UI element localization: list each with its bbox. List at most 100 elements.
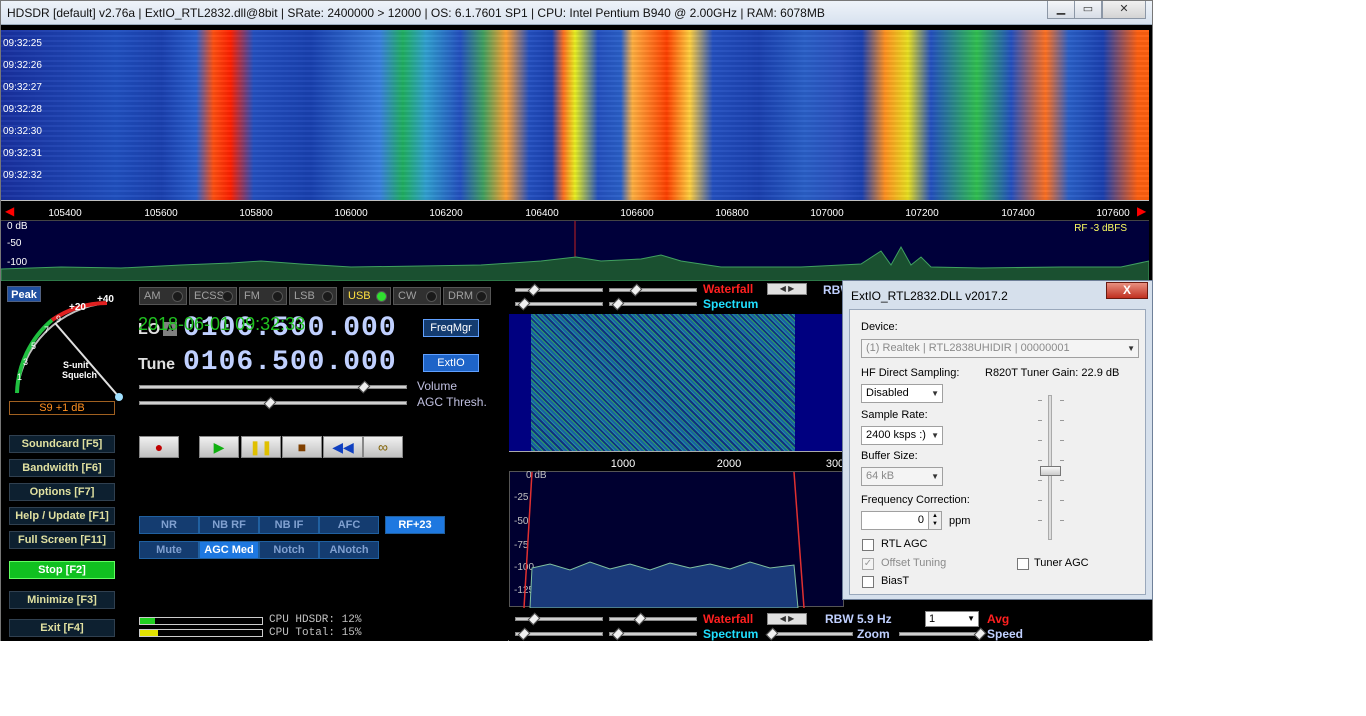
chevron-down-icon: ▼ xyxy=(931,389,939,398)
mode-cw-button[interactable]: CW xyxy=(393,287,441,305)
slider-tick xyxy=(1060,440,1064,441)
biast-checkbox[interactable] xyxy=(862,576,874,588)
slider-knob[interactable] xyxy=(611,297,625,311)
mode-ecss-button[interactable]: ECSS xyxy=(189,287,237,305)
nr-button[interactable]: NR xyxy=(139,516,199,534)
close-icon[interactable]: ✕ xyxy=(1102,1,1146,19)
loop-button[interactable]: ∞ xyxy=(363,436,403,458)
device-select[interactable]: (1) Realtek | RTL2838UHIDIR | 00000001 ▼ xyxy=(861,339,1139,358)
agc-threshold-knob[interactable] xyxy=(263,396,277,410)
freq-correction-stepper[interactable]: ▲ ▼ xyxy=(928,511,942,530)
af-waterfall-slider-2[interactable] xyxy=(609,283,697,297)
freqmgr-button[interactable]: FreqMgr xyxy=(423,319,479,337)
rf-gain-button[interactable]: RF+23 xyxy=(385,516,445,534)
tune-frequency[interactable]: 0106.500.000 xyxy=(183,347,397,378)
volume-slider-knob[interactable] xyxy=(357,380,371,394)
biast-label: BiasT xyxy=(881,575,910,587)
af-scroll-arrows[interactable]: ◀ ▶ xyxy=(767,283,807,295)
stop-icon: ■ xyxy=(297,439,307,455)
avg-select[interactable]: 1 ▼ xyxy=(925,611,979,627)
bandwidth-button[interactable]: Bandwidth [F6] xyxy=(9,459,115,477)
volume-slider[interactable] xyxy=(139,380,407,394)
offset-tuning-checkbox[interactable]: ✓ xyxy=(862,558,874,570)
agc-button[interactable]: AGC Med xyxy=(199,541,259,559)
exit-button[interactable]: Exit [F4] xyxy=(9,619,115,637)
s-meter-scale: +40 xyxy=(97,294,114,305)
dialog-close-button[interactable]: X xyxy=(1106,282,1148,299)
nb-rf-button[interactable]: NB RF xyxy=(199,516,259,534)
mode-am-button[interactable]: AM xyxy=(139,287,187,305)
buffer-size-select[interactable]: 64 kB ▼ xyxy=(861,467,943,486)
options-button[interactable]: Options [F7] xyxy=(9,483,115,501)
peak-button[interactable]: Peak xyxy=(7,286,41,302)
play-button[interactable]: ▶ xyxy=(199,436,239,458)
main-waterfall[interactable]: 09:32:25 09:32:26 09:32:27 09:32:28 09:3… xyxy=(1,30,1149,200)
mode-drm-button[interactable]: DRM xyxy=(443,287,491,305)
soundcard-button[interactable]: Soundcard [F5] xyxy=(9,435,115,453)
af-waterfall[interactable] xyxy=(509,314,844,451)
mode-lsb-button[interactable]: LSB xyxy=(289,287,337,305)
slider-knob[interactable] xyxy=(611,627,625,641)
slider-knob[interactable] xyxy=(517,627,531,641)
notch-button[interactable]: Notch xyxy=(259,541,319,559)
slider-knob[interactable] xyxy=(527,283,541,297)
zoom-slider[interactable] xyxy=(765,627,853,641)
slider-knob[interactable] xyxy=(973,627,987,641)
sample-rate-select[interactable]: 2400 ksps :) ▼ xyxy=(861,426,943,445)
af-spectrum[interactable]: 0 dB -25 -50 -75 -100 -125 xyxy=(509,470,844,608)
hf-direct-select[interactable]: Disabled ▼ xyxy=(861,384,943,403)
slider-knob[interactable] xyxy=(527,612,541,626)
minimize-icon[interactable]: ▁ xyxy=(1047,1,1075,19)
afc-button[interactable]: AFC xyxy=(319,516,379,534)
speed-slider[interactable] xyxy=(899,627,987,641)
agc-threshold-slider[interactable] xyxy=(139,396,407,410)
slider-tick xyxy=(1060,500,1064,501)
freq-tick: 106800 xyxy=(715,208,749,219)
rewind-icon: ◀◀ xyxy=(332,439,354,455)
mode-fm-button[interactable]: FM xyxy=(239,287,287,305)
waterfall-texture xyxy=(1,30,1149,200)
scroll-left-icon[interactable]: ◀ xyxy=(5,204,14,218)
mode-usb-button[interactable]: USB xyxy=(343,287,391,305)
freq-tick: 106000 xyxy=(334,208,368,219)
af-spectrum-slider-2[interactable] xyxy=(609,297,697,311)
slider-knob[interactable] xyxy=(517,297,531,311)
af-waterfall-slider-1[interactable] xyxy=(515,283,603,297)
maximize-icon[interactable]: ▭ xyxy=(1074,1,1102,19)
main-spectrum[interactable]: 0 dB -50 -100 RF -3 dBFS xyxy=(1,220,1149,281)
tuner-gain-knob[interactable] xyxy=(1040,466,1061,476)
tuner-agc-checkbox[interactable] xyxy=(1017,558,1029,570)
help-update-button[interactable]: Help / Update [F1] xyxy=(9,507,115,525)
squelch-title: Squelch xyxy=(62,370,98,380)
slider-knob[interactable] xyxy=(629,283,643,297)
waterfall-timestamp: 09:32:32 xyxy=(3,170,42,181)
full-screen-button[interactable]: Full Screen [F11] xyxy=(9,531,115,549)
rtl-agc-checkbox[interactable] xyxy=(862,539,874,551)
extio-button[interactable]: ExtIO xyxy=(423,354,479,372)
slider-knob[interactable] xyxy=(765,627,779,641)
af-waterfall-slider-3[interactable] xyxy=(515,612,603,626)
af-scroll-arrows[interactable]: ◀ ▶ xyxy=(767,613,807,625)
mute-button[interactable]: Mute xyxy=(139,541,199,559)
freq-tick: 107400 xyxy=(1001,208,1035,219)
af-waterfall-noise xyxy=(531,314,795,451)
af-spectrum-slider-3[interactable] xyxy=(515,627,603,641)
slider-knob[interactable] xyxy=(633,612,647,626)
freq-correction-input[interactable]: 0 xyxy=(861,511,929,530)
device-label: Device: xyxy=(861,321,898,333)
rewind-button[interactable]: ◀◀ xyxy=(323,436,363,458)
pause-button[interactable]: ❚❚ xyxy=(241,436,281,458)
record-button[interactable]: ● xyxy=(139,436,179,458)
frequency-axis[interactable]: ◀ 105400 105600 105800 106000 106200 106… xyxy=(1,200,1149,220)
anotch-button[interactable]: ANotch xyxy=(319,541,379,559)
s-meter-scale: 5 xyxy=(31,341,37,351)
freq-tick: 105600 xyxy=(144,208,178,219)
stop-playback-button[interactable]: ■ xyxy=(282,436,322,458)
scroll-right-icon[interactable]: ▶ xyxy=(1137,204,1146,218)
af-spectrum-slider-4[interactable] xyxy=(609,627,697,641)
minimize-button[interactable]: Minimize [F3] xyxy=(9,591,115,609)
af-waterfall-slider-4[interactable] xyxy=(609,612,697,626)
nb-if-button[interactable]: NB IF xyxy=(259,516,319,534)
stop-button[interactable]: Stop [F2] xyxy=(9,561,115,579)
af-spectrum-slider-1[interactable] xyxy=(515,297,603,311)
